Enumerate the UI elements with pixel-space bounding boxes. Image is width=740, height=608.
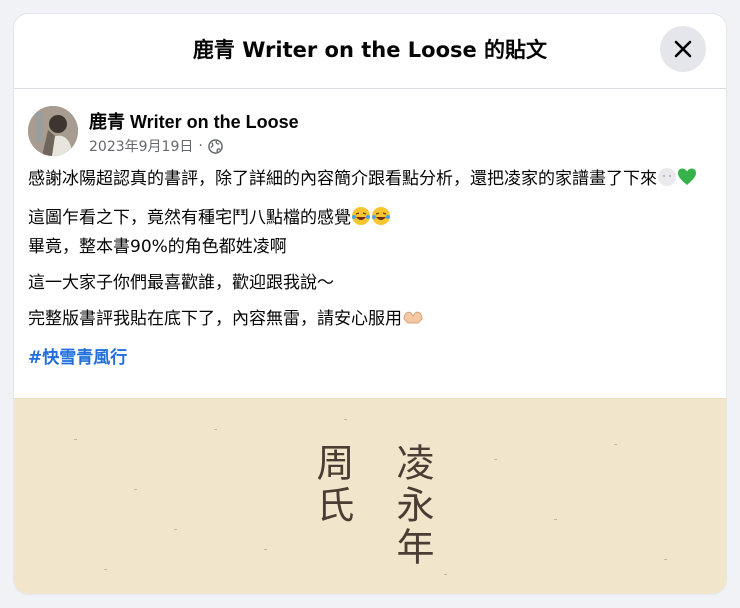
- post-paragraph-3: 這一大家子你們最喜歡誰，歡迎跟我說～: [28, 270, 718, 296]
- meta-separator: ·: [198, 138, 203, 154]
- post-text-5: 完整版書評我貼在底下了，內容無雷，請安心服用: [28, 309, 402, 329]
- post-paragraph-4: 完整版書評我貼在底下了，內容無雷，請安心服用: [28, 306, 718, 335]
- heart-hands-icon: [402, 307, 424, 335]
- post-paragraph-5: #快雪青風行: [28, 345, 718, 371]
- laughing-face-icon: [371, 206, 391, 234]
- dialog-title: 鹿青 Writer on the Loose 的貼文: [192, 38, 548, 62]
- post-text-4: 這一大家子你們最喜歡誰，歡迎跟我說～: [28, 273, 334, 293]
- post-text-3: 畢竟，整本書90%的角色都姓凌啊: [28, 237, 287, 257]
- globe-icon: [208, 138, 223, 154]
- post-meta: 2023年9月19日 ·: [89, 136, 223, 156]
- post-paragraph-2: 這圖乍看之下，竟然有種宅鬥八點檔的感覺 畢竟，整本書90%的角色都姓凌啊: [28, 205, 718, 260]
- hashtag-link[interactable]: #快雪青風行: [28, 348, 127, 368]
- post-text-2: 這圖乍看之下，竟然有種宅鬥八點檔的感覺: [28, 208, 351, 228]
- close-button[interactable]: [660, 26, 706, 72]
- post-text-1: 感謝冰陽超認真的書評，除了詳細的內容簡介跟看點分析，還把凌家的家譜畫了下來: [28, 169, 657, 189]
- laughing-face-icon: [351, 206, 371, 234]
- image-text-left: 周氏: [310, 443, 354, 527]
- post-image[interactable]: 周氏 凌永年: [14, 398, 726, 594]
- green-heart-icon: [677, 167, 697, 195]
- post-paragraph-1: 感謝冰陽超認真的書評，除了詳細的內容簡介跟看點分析，還把凌家的家譜畫了下來: [28, 166, 718, 195]
- avatar[interactable]: [28, 106, 78, 156]
- post-header: 鹿青 Writer on the Loose 2023年9月19日 ·: [28, 106, 708, 162]
- avatar-image: [28, 106, 78, 156]
- close-icon: [674, 40, 692, 58]
- dialog-header: 鹿青 Writer on the Loose 的貼文: [14, 14, 726, 89]
- post-dialog: 鹿青 Writer on the Loose 的貼文 鹿青 Writer on …: [14, 14, 726, 594]
- post-date[interactable]: 2023年9月19日: [89, 136, 193, 156]
- fog-face-emoji-icon: [657, 167, 677, 195]
- image-text-right: 凌永年: [390, 443, 434, 569]
- author-name[interactable]: 鹿青 Writer on the Loose: [89, 108, 299, 134]
- post-body: 感謝冰陽超認真的書評，除了詳細的內容簡介跟看點分析，還把凌家的家譜畫了下來 這圖…: [28, 166, 718, 381]
